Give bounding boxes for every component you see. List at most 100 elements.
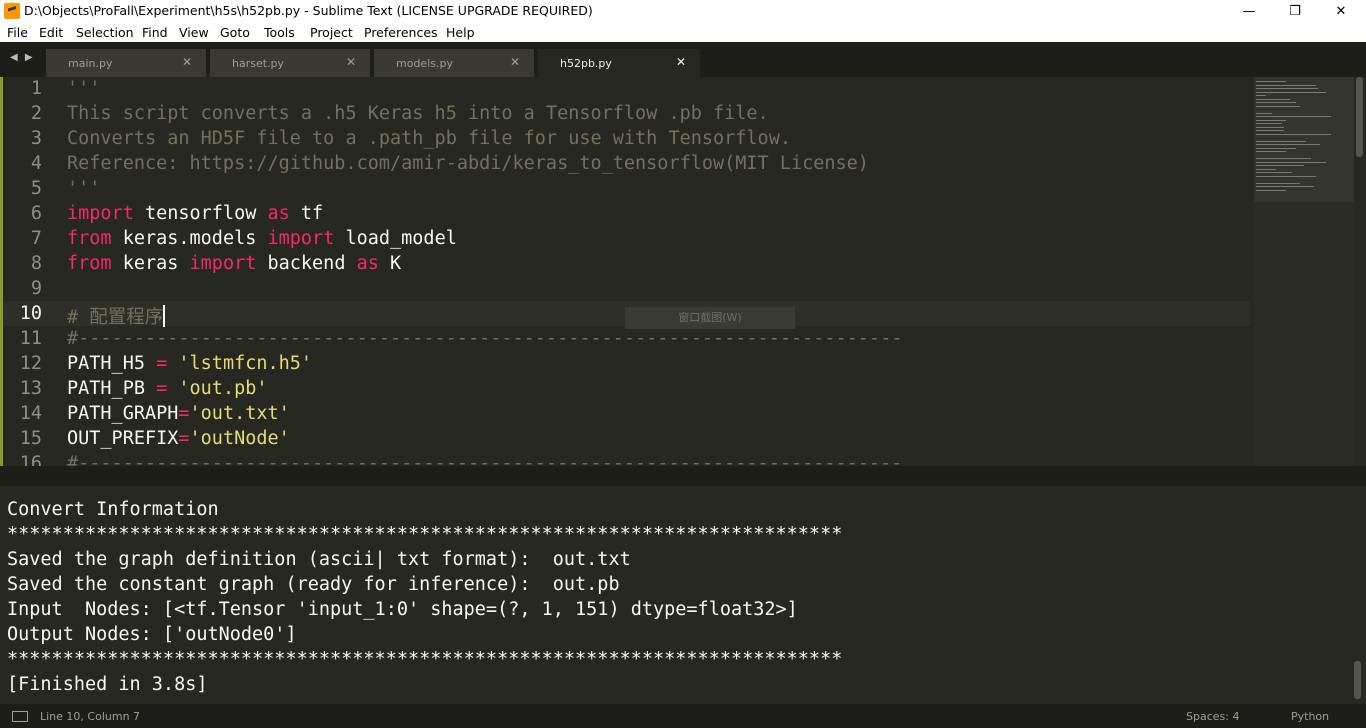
output-line: ****************************************…: [7, 649, 843, 670]
minimap-line: [1256, 91, 1326, 93]
tab-close-icon[interactable]: ✕: [346, 55, 356, 69]
maximize-button[interactable]: ❐: [1272, 0, 1318, 22]
line-number: 12: [19, 353, 42, 374]
output-line: Output Nodes: ['outNode0']: [7, 624, 297, 645]
minimap-line: [1256, 140, 1306, 142]
line-number: 9: [30, 278, 42, 299]
line-number: 11: [19, 328, 42, 349]
minimap-line: [1256, 112, 1272, 114]
code-text: from keras import backend as K: [67, 253, 402, 274]
minimap-line: [1256, 81, 1286, 82]
code-line[interactable]: 16 #-------------------------------------…: [0, 453, 1250, 466]
line-number: 16: [19, 453, 42, 466]
line-number: 15: [19, 428, 42, 449]
output-scrollbar-thumb[interactable]: [1354, 661, 1361, 699]
minimap-line: [1256, 175, 1316, 177]
tab-label: main.py: [68, 57, 113, 70]
title-bar: D:\Objects\ProFall\Experiment\h5s\h52pb.…: [0, 0, 1366, 22]
editor-vertical-scrollbar[interactable]: [1354, 77, 1366, 466]
minimap-line: [1256, 133, 1331, 135]
menu-bar: File Edit Selection Find View Goto Tools…: [0, 22, 1366, 42]
minimap-line: [1256, 182, 1300, 184]
panel-divider[interactable]: [0, 466, 1366, 486]
tab-close-icon[interactable]: ✕: [510, 55, 520, 69]
status-bar: Line 10, Column 7 Spaces: 4 Python: [0, 704, 1366, 728]
minimap-line: [1256, 95, 1266, 96]
minimap-line: [1256, 165, 1304, 166]
menu-edit[interactable]: Edit: [39, 25, 63, 40]
line-number: 1: [30, 78, 42, 99]
cursor-position: Line 10, Column 7: [40, 710, 141, 723]
code-line[interactable]: 9: [0, 278, 1250, 303]
minimap-line: [1256, 189, 1286, 191]
sublime-app-icon: [4, 3, 20, 19]
build-output-panel[interactable]: Convert Information ********************…: [0, 486, 1366, 704]
output-line: [Finished in 3.8s]: [7, 674, 208, 695]
minimize-button[interactable]: —: [1226, 0, 1272, 22]
tab-models-py[interactable]: models.py ✕: [374, 49, 534, 77]
tab-nav-arrows-icon[interactable]: ◀ ▶: [10, 52, 35, 63]
panel-toggle-icon[interactable]: [12, 711, 28, 722]
code-text: PATH_GRAPH='out.txt': [67, 403, 290, 424]
minimap[interactable]: [1254, 77, 1354, 466]
code-text: #---------------------------------------…: [67, 328, 903, 349]
text-cursor: [163, 305, 166, 327]
code-line[interactable]: 7 from keras.models import load_model: [0, 228, 1250, 253]
output-line: Saved the graph definition (ascii| txt f…: [7, 549, 631, 570]
line-number: 7: [30, 228, 42, 249]
code-line[interactable]: 11 #-------------------------------------…: [0, 328, 1250, 353]
code-line[interactable]: 12 PATH_H5 = 'lstmfcn.h5': [0, 353, 1250, 378]
minimap-line: [1256, 144, 1320, 145]
code-text: from keras.models import load_model: [67, 228, 457, 249]
minimap-line: [1256, 147, 1296, 149]
code-line[interactable]: 2 This script converts a .h5 Keras h5 int…: [0, 103, 1250, 128]
code-text: #---------------------------------------…: [67, 453, 903, 466]
line-number: 13: [19, 378, 42, 399]
code-line[interactable]: 1 ''': [0, 78, 1250, 103]
syntax-selector[interactable]: Python: [1291, 710, 1329, 723]
minimap-line: [1256, 158, 1311, 159]
line-number: 5: [30, 178, 42, 199]
code-text: OUT_PREFIX='outNode': [67, 428, 290, 449]
menu-goto[interactable]: Goto: [220, 25, 250, 40]
scrollbar-thumb[interactable]: [1356, 77, 1363, 157]
tab-harset-py[interactable]: harset.py ✕: [210, 49, 370, 77]
tab-h52pb-py[interactable]: h52pb.py ✕: [538, 49, 700, 77]
code-text: ''': [67, 78, 101, 99]
minimap-line: [1256, 172, 1292, 173]
tab-label: harset.py: [232, 57, 285, 70]
code-line[interactable]: 15 OUT_PREFIX='outNode': [0, 428, 1250, 453]
menu-file[interactable]: File: [7, 25, 28, 40]
menu-selection[interactable]: Selection: [76, 25, 134, 40]
menu-help[interactable]: Help: [446, 25, 475, 40]
line-number: 6: [30, 203, 42, 224]
code-text: import tensorflow as tf: [67, 203, 324, 224]
code-line[interactable]: 5 ''': [0, 178, 1250, 203]
code-line[interactable]: 4 Reference: https://github.com/amir-abdi…: [0, 153, 1250, 178]
minimap-line: [1256, 123, 1282, 124]
minimap-line: [1256, 116, 1331, 117]
menu-preferences[interactable]: Preferences: [364, 25, 438, 40]
menu-view[interactable]: View: [179, 25, 209, 40]
tab-close-icon[interactable]: ✕: [676, 55, 686, 69]
code-line[interactable]: 3 Converts an HD5F file to a .path_pb fil…: [0, 128, 1250, 153]
menu-project[interactable]: Project: [310, 25, 353, 40]
code-line[interactable]: 8 from keras import backend as K: [0, 253, 1250, 278]
indentation-setting[interactable]: Spaces: 4: [1186, 710, 1239, 723]
code-line[interactable]: 13 PATH_PB = 'out.pb': [0, 378, 1250, 403]
tab-label: models.py: [396, 57, 453, 70]
window-title: D:\Objects\ProFall\Experiment\h5s\h52pb.…: [24, 3, 593, 18]
menu-find[interactable]: Find: [142, 25, 168, 40]
minimap-line: [1256, 186, 1314, 187]
code-text: # 配置程序: [67, 305, 166, 328]
minimap-line: [1256, 98, 1290, 100]
minimap-line: [1256, 130, 1284, 131]
code-line[interactable]: 14 PATH_GRAPH='out.txt': [0, 403, 1250, 428]
code-line[interactable]: 6 import tensorflow as tf: [0, 203, 1250, 228]
output-line: Input Nodes: [<tf.Tensor 'input_1:0' sha…: [7, 599, 798, 620]
close-window-button[interactable]: ✕: [1318, 0, 1364, 22]
menu-tools[interactable]: Tools: [264, 25, 295, 40]
code-editor[interactable]: 1 ''' 2 This script converts a .h5 Keras h5…: [0, 77, 1366, 466]
tab-main-py[interactable]: main.py ✕: [46, 49, 206, 77]
tab-close-icon[interactable]: ✕: [182, 55, 192, 69]
